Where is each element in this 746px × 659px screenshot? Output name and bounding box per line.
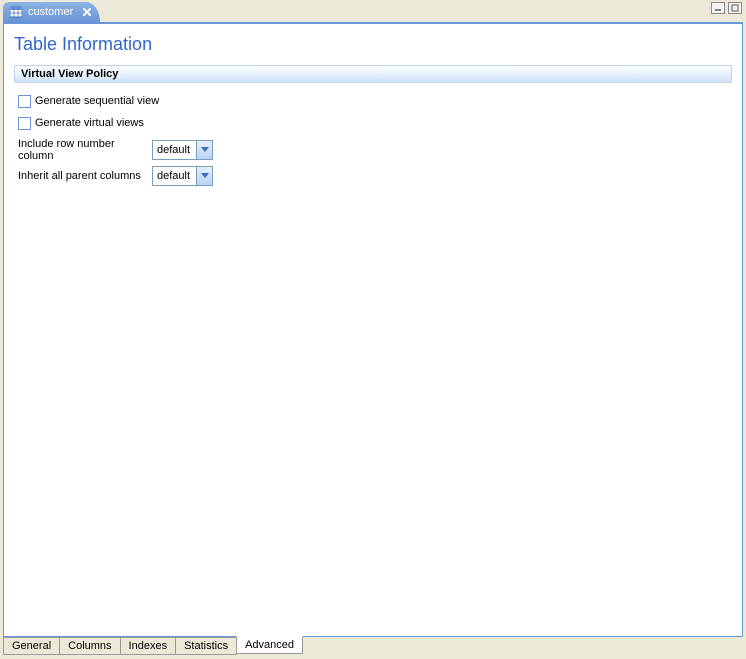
checkbox-label: Generate virtual views	[35, 117, 144, 129]
row-include-row-number: Include row number column default	[18, 139, 728, 161]
chevron-down-icon[interactable]	[196, 141, 212, 159]
title-bar: customer	[0, 0, 746, 22]
tab-advanced[interactable]: Advanced	[236, 636, 303, 654]
row-label: Include row number column	[18, 138, 152, 162]
select-include-row-number[interactable]: default	[152, 140, 213, 160]
bottom-tabs: General Columns Indexes Statistics Advan…	[3, 637, 743, 657]
tab-statistics[interactable]: Statistics	[175, 637, 237, 655]
editor-tab-label: customer	[28, 6, 73, 18]
window-controls	[711, 2, 742, 14]
table-icon	[9, 5, 23, 19]
tab-columns[interactable]: Columns	[59, 637, 120, 655]
maximize-button[interactable]	[728, 2, 742, 14]
row-inherit-parent-columns: Inherit all parent columns default	[18, 165, 728, 187]
row-label: Inherit all parent columns	[18, 170, 152, 182]
section-virtual-view-policy: Virtual View Policy Generate sequential …	[4, 61, 742, 209]
select-value: default	[153, 141, 196, 159]
checkbox-row-virtual-views: Generate virtual views	[18, 113, 728, 133]
tab-indexes[interactable]: Indexes	[120, 637, 177, 655]
checkbox-generate-virtual-views[interactable]	[18, 117, 31, 130]
checkbox-row-sequential-view: Generate sequential view	[18, 91, 728, 111]
checkbox-label: Generate sequential view	[35, 95, 159, 107]
form-area: Generate sequential view Generate virtua…	[14, 83, 732, 199]
tab-general[interactable]: General	[3, 637, 60, 655]
section-header: Virtual View Policy	[14, 65, 732, 83]
select-inherit-parent-columns[interactable]: default	[152, 166, 213, 186]
editor-tab-customer[interactable]: customer	[3, 2, 100, 22]
checkbox-generate-sequential-view[interactable]	[18, 95, 31, 108]
select-value: default	[153, 167, 196, 185]
minimize-button[interactable]	[711, 2, 725, 14]
page-title: Table Information	[4, 24, 742, 61]
main-panel: Table Information Virtual View Policy Ge…	[3, 22, 743, 637]
chevron-down-icon[interactable]	[196, 167, 212, 185]
close-icon[interactable]	[82, 7, 92, 17]
